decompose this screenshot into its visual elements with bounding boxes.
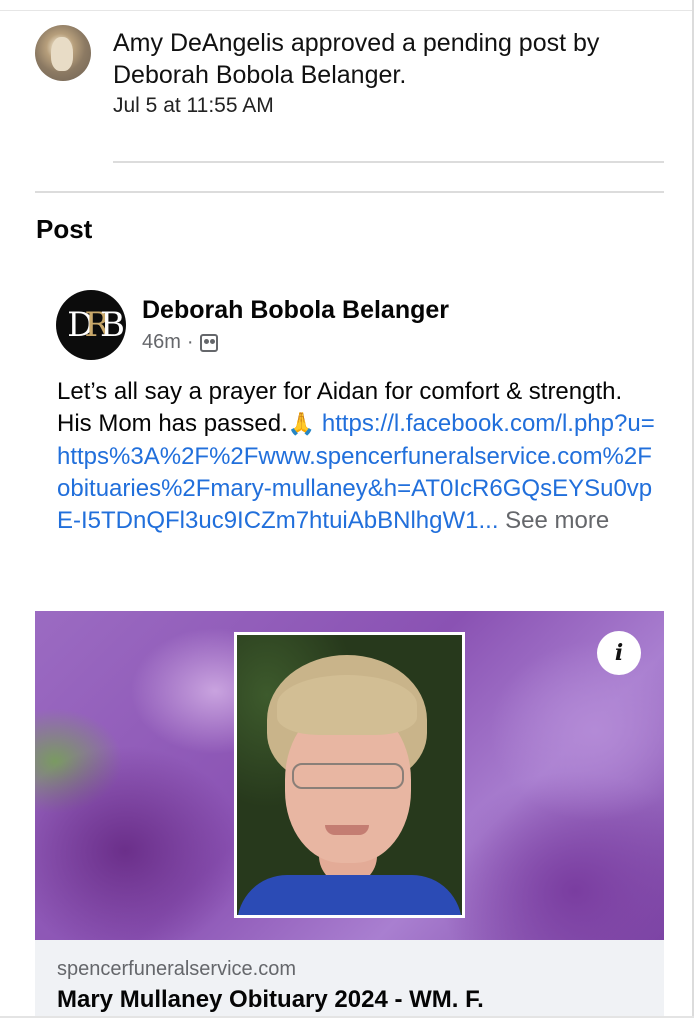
divider bbox=[113, 161, 664, 163]
link-preview-title[interactable]: Mary Mullaney Obituary 2024 - WM. F. bbox=[57, 986, 484, 1014]
notification-message[interactable]: Amy DeAngelis approved a pending post by… bbox=[113, 27, 673, 91]
post-text: Let’s all say a prayer for Aidan for com… bbox=[57, 376, 657, 537]
notification-avatar[interactable] bbox=[35, 25, 91, 81]
top-divider bbox=[0, 10, 694, 11]
post-age[interactable]: 46m bbox=[142, 331, 181, 354]
meta-separator: · bbox=[186, 331, 194, 353]
obituary-photo bbox=[234, 632, 465, 918]
notification-timestamp: Jul 5 at 11:55 AM bbox=[113, 94, 274, 117]
info-icon[interactable]: i bbox=[597, 631, 641, 675]
group-icon bbox=[199, 333, 218, 352]
author-avatar[interactable]: DRB bbox=[56, 290, 126, 360]
praying-hands-emoji: 🙏 bbox=[287, 412, 316, 437]
see-more-link[interactable]: See more bbox=[505, 507, 609, 534]
divider bbox=[35, 191, 664, 193]
link-preview-domain: spencerfuneralservice.com bbox=[57, 958, 296, 980]
post-meta: 46m · bbox=[142, 331, 218, 354]
avatar-monogram: DRB bbox=[67, 305, 125, 345]
post-author-name[interactable]: Deborah Bobola Belanger bbox=[142, 296, 449, 325]
section-title: Post bbox=[36, 214, 93, 244]
